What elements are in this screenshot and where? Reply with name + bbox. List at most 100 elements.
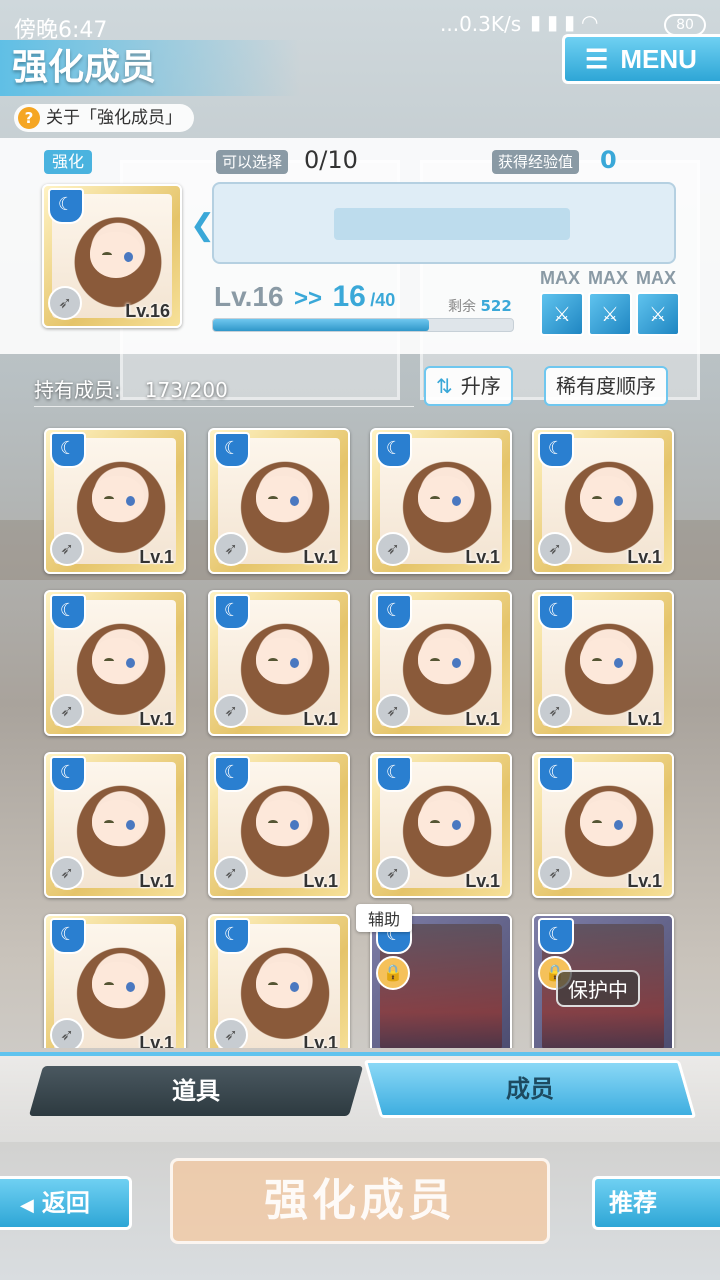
member-face [256, 476, 308, 522]
member-level: Lv.1 [303, 547, 338, 567]
sort-order-button[interactable]: ⇅ 升序 [424, 366, 513, 406]
attribute-badge-icon: ☾ [538, 594, 574, 630]
member-card[interactable]: ☾ ➶ Lv.1 [208, 428, 350, 574]
remaining-exp: 剩余 522 [448, 296, 512, 316]
wifi-icon: ◠ [581, 10, 605, 34]
member-level: Lv.1 [465, 547, 500, 567]
member-eye [430, 658, 440, 664]
battery-icon: 80 [664, 14, 706, 36]
divider [34, 406, 414, 407]
tab-members[interactable]: 成员 [363, 1060, 697, 1118]
member-level: Lv.1 [303, 709, 338, 729]
member-level: Lv.1 [627, 547, 662, 567]
about-label: 关于「強化成员」 [46, 108, 182, 128]
sort-arrows-icon: ⇅ [436, 374, 453, 398]
weapon-icon: ➶ [50, 1018, 84, 1048]
max-label: MAX [636, 268, 676, 288]
member-card[interactable]: ☾ ➶ Lv.1 [208, 752, 350, 898]
attribute-badge-icon: ☾ [50, 594, 86, 630]
member-card[interactable]: ☾ ➶ Lv.1 [44, 428, 186, 574]
max-label: MAX [588, 268, 628, 288]
member-eye [592, 658, 602, 664]
member-card[interactable]: ☾ ➶ Lv.1 [44, 914, 186, 1048]
material-slot-area[interactable] [212, 182, 676, 264]
member-eye [102, 252, 112, 258]
menu-button[interactable]: ☰ MENU [562, 34, 720, 84]
member-level: Lv.1 [465, 871, 500, 891]
member-eye [452, 658, 461, 668]
remain-label: 剩余 [448, 299, 476, 315]
exp-value: 0 [600, 146, 617, 174]
attribute-badge-icon: ☾ [50, 918, 86, 954]
attribute-badge-icon: ☾ [214, 918, 250, 954]
attribute-badge-icon: ☾ [50, 432, 86, 468]
member-card[interactable]: ☾ ➶ Lv.1 [532, 752, 674, 898]
weapon-icon: ➶ [376, 532, 410, 566]
member-level: Lv.1 [139, 1033, 174, 1048]
sort-order-label: 升序 [460, 374, 501, 398]
member-eye [452, 820, 461, 830]
weapon-icon: ➶ [376, 694, 410, 728]
member-eye [430, 820, 440, 826]
tab-members-label: 成员 [506, 1075, 554, 1103]
back-button[interactable]: ◀ 返回 [0, 1176, 132, 1230]
help-icon: ? [18, 107, 40, 129]
member-card[interactable]: ☾ ➶ Lv.1 [44, 752, 186, 898]
attribute-badge-icon: ☾ [376, 594, 412, 630]
member-card[interactable]: ☾ ➶ Lv.1 [532, 428, 674, 574]
enhance-member-button[interactable]: 强化成员 [170, 1158, 550, 1244]
member-card[interactable]: ☾ ➶ Lv.1 [532, 590, 674, 736]
weapon-icon: ➶ [376, 856, 410, 890]
level-arrow: >> [293, 285, 323, 312]
member-face [256, 638, 308, 684]
weapon-icon: ➶ [214, 532, 248, 566]
member-card[interactable]: ☾ ➶ Lv.1 [44, 590, 186, 736]
tab-items[interactable]: 道具 [28, 1066, 364, 1116]
status-icons: ▮▮▮◠ [530, 10, 604, 34]
weapon-icon: ➶ [214, 856, 248, 890]
member-eye [614, 820, 623, 830]
member-eye [104, 982, 114, 988]
exp-label: 获得经验值 [492, 150, 580, 174]
weapon-icon: ➶ [50, 856, 84, 890]
weapon-icon: ➶ [50, 694, 84, 728]
weapon-icon: ➶ [214, 694, 248, 728]
member-card[interactable]: ☾ ➶ Lv.1 [370, 428, 512, 574]
attribute-badge-icon: ☾ [538, 432, 574, 468]
member-level: Lv.1 [139, 547, 174, 567]
assist-member-card[interactable]: ☾ 🔒 [370, 914, 512, 1048]
member-face [90, 232, 142, 278]
member-card[interactable]: ☾ ➶ Lv.1 [370, 752, 512, 898]
sort-key-button[interactable]: 稀有度顺序 [544, 366, 668, 406]
member-eye [104, 658, 114, 664]
attribute-badge-icon: ☾ [214, 594, 250, 630]
skill-icon: ⚔ [540, 292, 584, 336]
recommend-button[interactable]: 推荐 [592, 1176, 720, 1230]
selectable-label: 可以选择 [216, 150, 289, 174]
member-face [580, 800, 632, 846]
member-face [92, 638, 144, 684]
member-eye [124, 252, 133, 262]
level-progress-bar [212, 318, 514, 332]
member-eye [614, 496, 623, 506]
member-card[interactable]: ☾ ➶ Lv.1 [208, 914, 350, 1048]
remain-value: 522 [480, 297, 512, 315]
member-level: Lv.1 [139, 709, 174, 729]
enhance-tag: 强化 [44, 150, 93, 174]
member-face [92, 800, 144, 846]
target-member-card[interactable]: ☾ ➶ Lv.16 [42, 184, 182, 328]
owned-members: 持有成员: 173/200 [34, 374, 228, 403]
member-face [580, 476, 632, 522]
member-card[interactable]: ☾ ➶ Lv.1 [208, 590, 350, 736]
about-link[interactable]: ? 关于「強化成员」 [14, 104, 194, 132]
attribute-badge-icon: ☾ [376, 432, 412, 468]
owned-label: 持有成员: [34, 378, 121, 402]
owned-value: 173/200 [144, 378, 228, 402]
member-card[interactable]: ☾ ➶ Lv.1 [370, 590, 512, 736]
material-slot-hint [334, 208, 570, 240]
member-face [92, 962, 144, 1008]
member-level: Lv.1 [465, 709, 500, 729]
status-network-speed: ...0.3K/s [440, 12, 522, 36]
member-eye [290, 820, 299, 830]
skill-icon: ⚔ [636, 292, 680, 336]
